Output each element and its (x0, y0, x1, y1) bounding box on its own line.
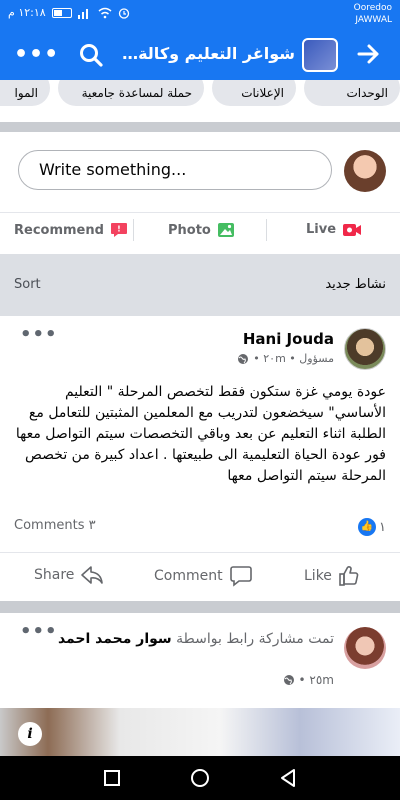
photo-label: Photo (168, 222, 211, 238)
recommend-button[interactable]: Recommend ! (14, 222, 128, 238)
group-thumbnail[interactable] (302, 38, 338, 72)
carrier-2: JAWWAL (355, 15, 392, 25)
system-nav-bar (0, 756, 400, 800)
battery-icon (51, 7, 72, 18)
comment-bubble-icon (229, 566, 252, 587)
live-label: Live (306, 222, 337, 237)
live-video-icon (343, 223, 362, 236)
group-title[interactable]: شواغر التعليم وكالة الغ... (120, 44, 295, 63)
live-button[interactable]: Live (306, 222, 362, 237)
like-count[interactable]: 👍 ١ (358, 518, 386, 536)
post-options-button[interactable]: ••• (20, 324, 58, 345)
feed-sort-bar: Sort نشاط جديد (0, 254, 400, 316)
shared-link-prefix: تمت مشاركة رابط بواسطة (176, 631, 334, 647)
post-actions: Share Comment Like (0, 552, 400, 598)
status-time: ١٢:١٨ م (8, 6, 46, 19)
info-icon[interactable]: i (18, 722, 42, 746)
user-avatar[interactable] (344, 150, 386, 192)
write-something-input[interactable]: Write something... (18, 150, 332, 190)
post-meta: ٢٥m • (283, 673, 335, 687)
share-label: Share (34, 567, 75, 583)
back-arrow-icon[interactable] (354, 40, 382, 68)
wifi-icon (98, 7, 112, 18)
share-arrow-icon (81, 566, 104, 584)
post-reactions: Comments ٣ 👍 ١ (0, 514, 400, 540)
post-meta: مسؤول • ٢٠m • (237, 352, 334, 365)
home-icon[interactable] (190, 768, 210, 788)
post-card: ••• تمت مشاركة رابط بواسطة سوار محمد احم… (0, 613, 400, 708)
app-bar: ••• شواغر التعليم وكالة الغ... (0, 30, 400, 80)
back-icon[interactable] (278, 768, 298, 788)
chip-announcements[interactable]: الإعلانات (212, 80, 296, 106)
recent-apps-icon[interactable] (102, 768, 122, 788)
chip-more[interactable]: الموا (0, 80, 50, 106)
post-card: ••• Hani Jouda مسؤول • ٢٠m • عودة يومي غ… (0, 316, 400, 601)
sort-button[interactable]: Sort (14, 277, 41, 292)
chip-campaign[interactable]: حملة لمساعدة جامعية (58, 80, 204, 106)
search-icon[interactable] (78, 42, 104, 68)
chip-units[interactable]: الوحدات (304, 80, 400, 106)
like-count-value: ١ (379, 519, 386, 535)
comments-count[interactable]: Comments ٣ (14, 518, 96, 533)
post-image[interactable]: i (0, 708, 400, 756)
status-left: ١٢:١٨ م (8, 6, 130, 19)
globe-icon (238, 353, 249, 364)
share-button[interactable]: Share (34, 565, 104, 585)
carrier-info: Ooredoo JAWWAL (354, 2, 392, 26)
new-activity-label[interactable]: نشاط جديد (325, 277, 386, 292)
like-label: Like (304, 568, 332, 584)
divider (266, 219, 267, 241)
comment-label: Comment (154, 568, 223, 584)
author-avatar[interactable] (344, 627, 386, 669)
author-avatar[interactable] (344, 328, 386, 370)
globe-icon (283, 675, 294, 685)
post-composer: Write something... Recommend ! Photo Liv… (0, 132, 400, 254)
composer-actions: Recommend ! Photo Live (0, 212, 400, 246)
alarm-icon (118, 7, 129, 19)
more-options-button[interactable]: ••• (14, 42, 59, 67)
status-bar: ١٢:١٨ م Ooredoo JAWWAL (0, 0, 400, 30)
post-time: ٢٥m • (298, 673, 335, 687)
thumbs-up-icon (339, 566, 359, 586)
comment-button[interactable]: Comment (154, 565, 253, 587)
carrier-1: Ooredoo (353, 3, 392, 13)
photo-icon (217, 223, 234, 237)
shared-link-line: تمت مشاركة رابط بواسطة سوار محمد احمد (34, 629, 334, 649)
svg-text:!: ! (117, 225, 121, 234)
author-name[interactable]: سوار محمد احمد (58, 631, 172, 647)
section-divider (0, 601, 400, 613)
recommend-label: Recommend (14, 222, 104, 238)
like-button[interactable]: Like (304, 565, 360, 587)
author-name[interactable]: Hani Jouda (243, 330, 334, 348)
topic-chips: الوحدات الإعلانات حملة لمساعدة جامعية ال… (0, 80, 400, 122)
post-meta-text: مسؤول • ٢٠m • (253, 352, 334, 365)
signal-icon (77, 8, 88, 19)
like-badge-icon: 👍 (358, 518, 377, 536)
post-text: عودة يومي غزة ستكون فقط لتخصص المرحلة " … (15, 384, 386, 484)
section-divider (0, 122, 400, 132)
divider (133, 219, 134, 241)
photo-button[interactable]: Photo (168, 222, 235, 238)
recommend-icon: ! (110, 223, 127, 237)
